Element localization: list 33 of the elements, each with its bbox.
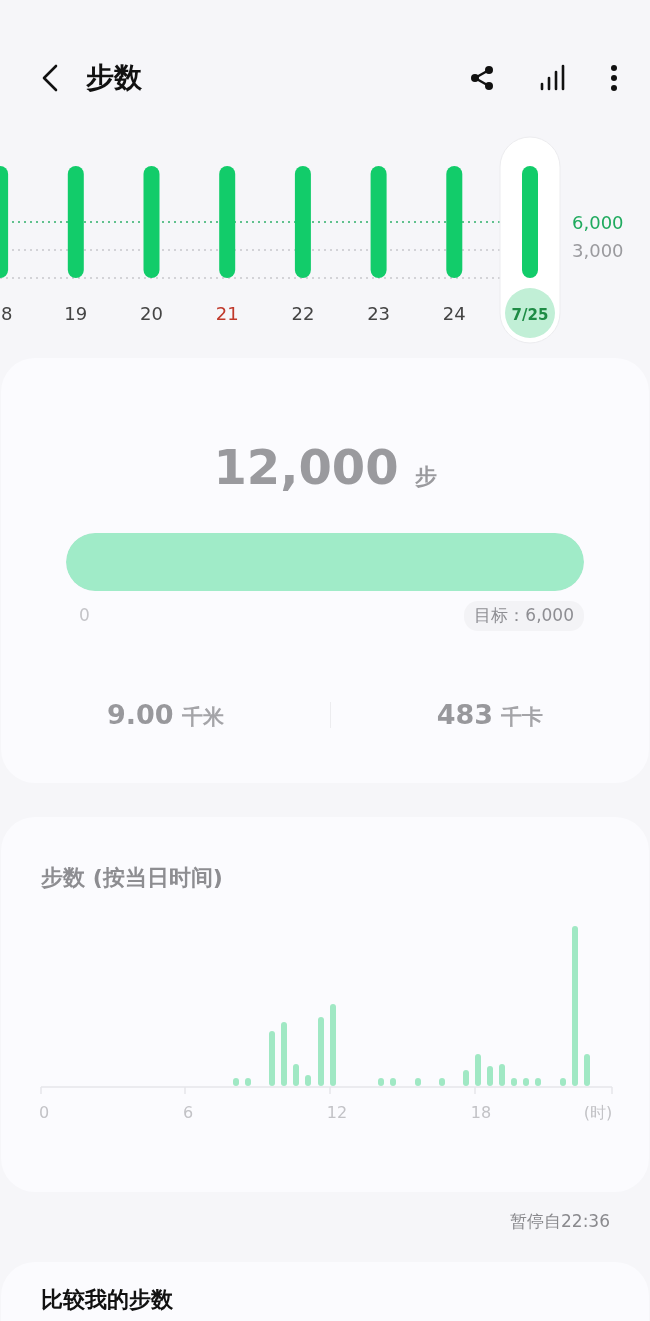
axis-label: 6: [182, 1103, 194, 1122]
card-title: 步数 (按当日时间): [41, 864, 224, 892]
day-bar[interactable]: [294, 166, 311, 278]
axis-label: 18: [470, 1103, 492, 1122]
card-title: 比较我的步数: [41, 1288, 174, 1313]
day-bar[interactable]: [522, 166, 538, 278]
day-label[interactable]: 8: [1, 303, 13, 324]
calories-unit: 千卡: [501, 703, 543, 731]
day-label[interactable]: 23: [367, 303, 391, 324]
day-label[interactable]: 21: [215, 303, 239, 324]
calories-value: 483: [436, 697, 493, 732]
day-bar[interactable]: [143, 166, 160, 278]
paused-note: 暂停自22:36: [510, 1210, 610, 1232]
distance-value: 9.00: [107, 697, 174, 732]
goal-label: 目标：6,000: [464, 601, 584, 631]
axis-label: 12: [326, 1103, 348, 1122]
axis-label: 3,000: [572, 240, 624, 261]
day-label[interactable]: 22: [291, 303, 315, 324]
day-bar[interactable]: [370, 166, 387, 278]
day-bar[interactable]: [67, 166, 84, 278]
day-bar[interactable]: [0, 166, 9, 278]
day-bar[interactable]: [446, 166, 463, 278]
axis-label: 6,000: [572, 212, 624, 233]
axis-label: (时): [583, 1103, 613, 1122]
day-label[interactable]: 24: [442, 303, 466, 324]
day-bar[interactable]: [219, 166, 236, 278]
axis-label: 0: [38, 1103, 50, 1122]
day-label[interactable]: 19: [64, 303, 88, 324]
step-count: 12,000: [213, 443, 399, 491]
day-label[interactable]: 20: [140, 303, 163, 324]
step-unit: 步: [414, 463, 437, 491]
page-title: 步数: [86, 60, 142, 96]
distance-unit: 千米: [181, 703, 224, 731]
